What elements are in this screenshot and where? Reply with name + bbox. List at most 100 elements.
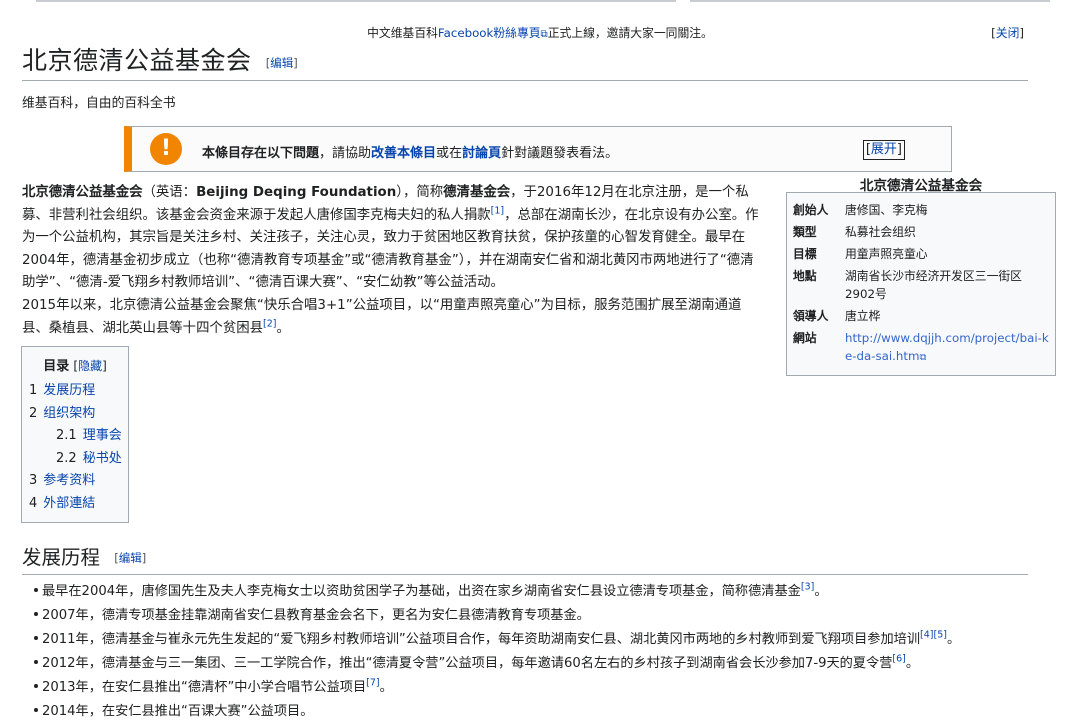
external-link-icon: ⧉ (540, 29, 548, 40)
list-item: 2011年，德清基金与崔永元先生发起的“爱飞翔乡村教师培训”公益项目合作，每年资… (34, 628, 1054, 652)
ref-link[interactable]: [3] (801, 582, 814, 593)
close-link[interactable]: 关闭 (996, 26, 1020, 40)
issue-message: 本條目存在以下問題，請協助改善本條目或在討論頁針對議題發表看法。 (202, 142, 618, 161)
lead-subject: 北京德清公益基金会 (22, 185, 143, 200)
event-text: 2007年，德清专项基金挂靠湖南省安仁县教育基金会名下，更名为安仁县德清教育专项… (42, 608, 590, 623)
toc-item[interactable]: 4 外部連結 (22, 493, 128, 516)
lead-paragraph-2: 2015年以来，北京德清公益基金会聚焦“快乐合唱3+1”公益项目，以“用童声照亮… (22, 295, 766, 340)
ref-link[interactable]: [2] (263, 318, 276, 329)
infobox-label: 領導人 (793, 309, 829, 323)
infobox-row: 類型 私募社会组织 (787, 221, 1055, 243)
issue-text-1: ，請協助 (319, 146, 372, 161)
bullet (34, 636, 38, 640)
list-item: 2013年，在安仁县推出“德清杯”中小学合唱节公益项目[7]。 (34, 676, 1054, 700)
page-title: 北京德清公益基金会 (22, 46, 252, 75)
event-end: 。 (905, 656, 920, 671)
event-text: 2012年，德清基金与三一集团、三一工学院合作，推出“德清夏令营”公益项目，每年… (42, 656, 893, 671)
expand-button[interactable]: [展开] (862, 140, 905, 160)
infobox: 創始人 唐修国、李克梅 類型 私募社会组织 目標 用童声照亮童心 地點 湖南省长沙市经济… (786, 192, 1056, 376)
site-notice: 中文维基百科Facebook粉絲專頁⧉正式上線，邀請大家一同關注。 (0, 24, 1080, 41)
toc-number: 2 (29, 405, 38, 421)
toc-number: 2.1 (56, 428, 77, 444)
event-text: 2011年，德清基金与崔永元先生发起的“爱飞翔乡村教师培训”公益项目合作，每年资… (42, 632, 921, 647)
section-title: 发展历程 (22, 546, 101, 569)
list-item: 2007年，德清专项基金挂靠湖南省安仁县教育基金会名下，更名为安仁县德清教育专项… (34, 604, 1054, 628)
event-end: 。 (814, 584, 828, 599)
list-item: 2012年，德清基金与三一集团、三一工学院合作，推出“德清夏令营”公益项目，每年… (34, 652, 1054, 676)
toc-item[interactable]: 2.1 理事会 (22, 425, 128, 448)
infobox-label: 地點 (793, 269, 817, 283)
toc-header: 目录 [隐藏] (22, 355, 128, 374)
toc-link[interactable]: 参考资料 (43, 473, 95, 488)
toc-number: 4 (29, 495, 38, 511)
toc-link[interactable]: 组织架构 (43, 406, 95, 421)
tagline: 维基百科，自由的百科全书 (22, 96, 176, 111)
top-border-right (690, 0, 1050, 2)
bullet (34, 660, 38, 664)
lead-english-name: Beijing Deqing Foundation (196, 185, 397, 200)
toc-link[interactable]: 秘书处 (83, 451, 122, 466)
infobox-row: 地點 湖南省长沙市经济开发区三一街区2902号 (787, 265, 1055, 305)
toc-hide: [隐藏] (73, 359, 107, 373)
section-edit: [编辑] (114, 551, 147, 565)
ref-link[interactable]: [7] (366, 678, 379, 689)
toc-number: 1 (29, 383, 38, 398)
edit-link[interactable]: 编辑 (270, 56, 293, 70)
infobox-label: 類型 (793, 225, 817, 239)
ref-link[interactable]: [6] (892, 654, 905, 665)
toc-item[interactable]: 1 发展历程 (22, 380, 128, 403)
infobox-title: 北京德清公益基金会 (859, 178, 983, 194)
list-item: 最早在2004年，唐修国先生及夫人李克梅女士以资助贫困学子为基础，出资在家乡湖南… (34, 580, 1054, 604)
expand-link[interactable]: 展开 (871, 142, 897, 157)
infobox-row: 網站 http://www.dqjjh.com/project/bai-ke-da… (787, 327, 1055, 369)
issue-text-2: 或在 (436, 146, 463, 161)
bullet (34, 588, 38, 592)
website-link[interactable]: http://www.dqjjh.com/project/bai-ke-da-s… (845, 331, 1049, 363)
infobox-label: 創始人 (793, 203, 829, 217)
ref-link[interactable]: [1] (491, 205, 504, 216)
external-link-icon: ⧉ (919, 352, 927, 363)
toc-number: 3 (29, 473, 38, 489)
toc-item[interactable]: 3 参考资料 (22, 470, 128, 493)
bullet (34, 612, 38, 616)
site-notice-suffix: 正式上線，邀請大家一同關注。 (547, 26, 713, 40)
infobox-value: 唐立桦 (845, 309, 881, 323)
toc-hide-link[interactable]: 隐藏 (78, 359, 102, 373)
issue-notice-box: ! 本條目存在以下問題，請協助改善本條目或在討論頁針對議題發表看法。 [展开] (124, 126, 952, 172)
bullet (34, 684, 38, 688)
table-of-contents: 目录 [隐藏] 1 发展历程 2 组织架构 2.1 理事会 2.2 秘书处 3 参考资料 … (21, 346, 129, 523)
lead-text-p2: 2015年以来，北京德清公益基金会聚焦“快乐合唱3+1”公益项目，以“用童声照亮… (22, 297, 742, 336)
toc-item[interactable]: 2 组织架构 (22, 403, 128, 426)
talk-page-link[interactable]: 討論頁 (462, 146, 501, 161)
exclamation-icon: ! (150, 133, 182, 165)
event-end: 。 (946, 632, 961, 647)
section-edit-link[interactable]: 编辑 (119, 551, 142, 565)
toc-link[interactable]: 理事会 (83, 428, 122, 443)
toc-link[interactable]: 发展历程 (43, 383, 95, 398)
lead-text-b: ），简称 (396, 185, 444, 200)
infobox-value: http://www.dqjjh.com/project/bai-ke-da-s… (845, 329, 1049, 367)
improve-article-link[interactable]: 改善本條目 (371, 146, 436, 161)
infobox-label: 網站 (793, 331, 817, 345)
title-edit: [编辑] (265, 56, 298, 70)
notice-close-link[interactable]: [关闭] (991, 24, 1024, 41)
infobox-row: 目標 用童声照亮童心 (787, 243, 1055, 265)
facebook-link[interactable]: Facebook粉絲專頁 (438, 26, 541, 40)
event-text: 2014年，在安仁县推出“百课大赛”公益项目。 (42, 704, 314, 719)
history-list: 最早在2004年，唐修国先生及夫人李克梅女士以资助贫困学子为基础，出资在家乡湖南… (34, 580, 1054, 724)
infobox-value: 湖南省长沙市经济开发区三一街区2902号 (845, 269, 1022, 301)
title-row: 北京德清公益基金会 [编辑] (22, 44, 1028, 81)
toc-link[interactable]: 外部連結 (43, 496, 95, 511)
event-text: 2013年，在安仁县推出“德清杯”中小学合唱节公益项目 (42, 680, 367, 695)
ref-link[interactable]: [4][5] (920, 630, 947, 641)
section-heading-row: 发展历程 [编辑] (22, 544, 1028, 575)
infobox-value: 私募社会组织 (845, 225, 916, 239)
lead-text-p2-end: 。 (276, 320, 290, 336)
infobox-row: 領導人 唐立桦 (787, 305, 1055, 327)
lead-text-a: （英语： (142, 185, 197, 200)
top-border (36, 0, 676, 2)
issue-text-3: 針對議題發表看法。 (501, 146, 619, 161)
infobox-row: 創始人 唐修国、李克梅 (787, 199, 1055, 221)
toc-item[interactable]: 2.2 秘书处 (22, 448, 128, 471)
issue-lead: 本條目存在以下問題 (202, 146, 320, 161)
